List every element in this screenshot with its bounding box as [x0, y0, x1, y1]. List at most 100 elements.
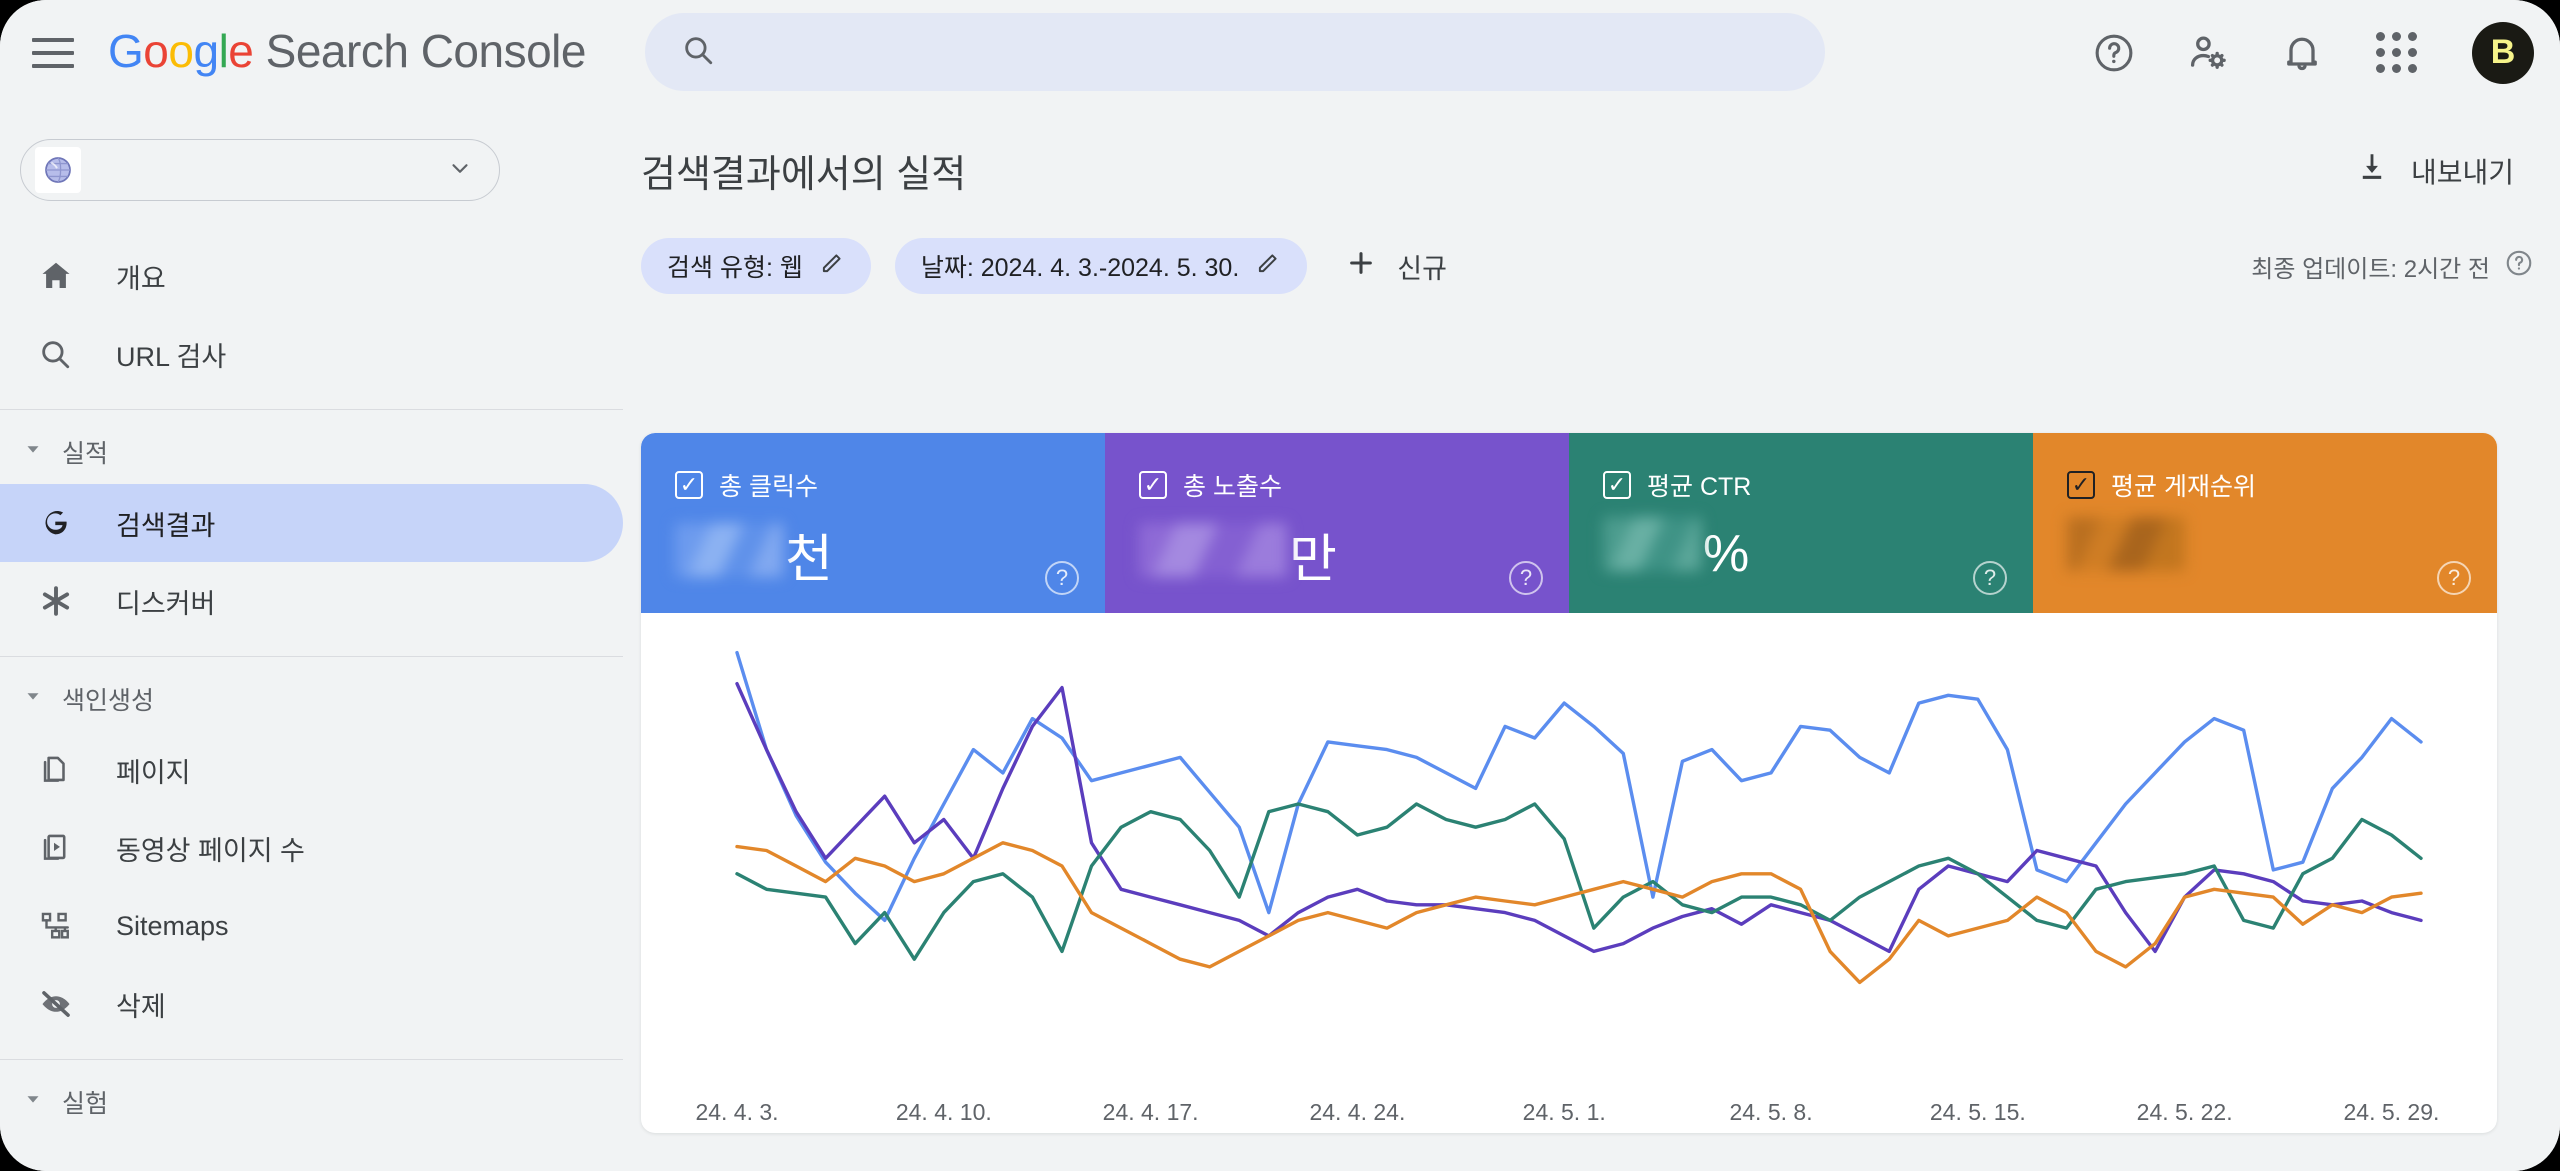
caret-down-icon [22, 1088, 44, 1117]
sidebar-item-label: 개요 [116, 263, 166, 294]
export-button[interactable]: 내보내기 [2355, 150, 2514, 191]
metric-header: ✓ 총 클릭수 [675, 467, 1105, 503]
caret-down-icon [22, 685, 44, 714]
sidebar-item-pages[interactable]: 페이지 [0, 731, 623, 809]
google-apps-grid-icon[interactable] [2372, 29, 2420, 77]
metric-label: 평균 게재순위 [2111, 473, 2256, 501]
filter-chips-row: 검색 유형: 웹 날짜: 2024. 4. 3.-2024. 5. 30. 신규… [623, 198, 2560, 294]
pencil-icon[interactable] [1255, 250, 1281, 283]
sidebar-item-overview[interactable]: 개요 [0, 237, 623, 315]
avatar[interactable]: B [2472, 21, 2534, 84]
checkbox-checked-icon[interactable]: ✓ [1603, 471, 1631, 499]
chip-date-range[interactable]: 날짜: 2024. 4. 3.-2024. 5. 30. [894, 238, 1308, 294]
sidebar-item-url-inspection[interactable]: URL 검사 [0, 315, 623, 393]
add-filter-button[interactable]: 신규 [1345, 247, 1447, 286]
sidebar-group-indexing[interactable]: 색인생성 [0, 667, 623, 731]
help-icon[interactable] [2090, 29, 2138, 77]
page-title: 검색결과에서의 실적 [641, 154, 967, 196]
chart-x-tick-label: 24. 5. 29. [2343, 1099, 2440, 1125]
sidebar-divider [0, 409, 623, 410]
sidebar-group-label: 실험 [62, 1090, 109, 1118]
plus-icon [1345, 247, 1377, 286]
redacted-value [1139, 523, 1287, 577]
sidebar-nav: 개요 URL 검사 실적 검색결과 디스커버 색인생성 페이지 동영상 페이지 … [0, 237, 623, 1134]
metric-cards: ✓ 총 클릭수 천 ? ✓ 총 노출수 만 ? ✓ 평균 CTR % ? ✓ 평… [641, 433, 2497, 613]
chip-date-range-label: 날짜: 2024. 4. 3.-2024. 5. 30. [920, 254, 1240, 282]
main-content: 검색결과에서의 실적 내보내기 검색 유형: 웹 날짜: 2024. 4. 3.… [623, 105, 2560, 1171]
google-g-icon [38, 506, 82, 540]
metric-value: 천 [675, 517, 1105, 592]
sidebar-item-sitemaps[interactable]: Sitemaps [0, 887, 623, 965]
sidebar-item-label: 검색결과 [116, 510, 216, 541]
chart-x-tick-label: 24. 4. 17. [1102, 1099, 1199, 1125]
metric-header: ✓ 총 노출수 [1139, 467, 1569, 503]
chart-line-평균 게재순위 [737, 843, 2421, 983]
checkbox-checked-icon[interactable]: ✓ [2067, 471, 2095, 499]
sidebar-item-video-pages[interactable]: 동영상 페이지 수 [0, 809, 623, 887]
chevron-down-icon [447, 155, 473, 186]
chip-search-type[interactable]: 검색 유형: 웹 [641, 238, 871, 294]
sidebar-item-label: Sitemaps [116, 910, 229, 941]
hamburger-menu-icon[interactable] [32, 32, 74, 74]
app-window: Google Search Console B 개요 URL 검사 실적 검색결… [0, 0, 2560, 1171]
sidebar-item-label: 디스커버 [116, 588, 216, 619]
metric-card-average-position[interactable]: ✓ 평균 게재순위 ? [2033, 433, 2497, 613]
metric-header: ✓ 평균 게재순위 [2067, 467, 2497, 503]
sidebar-item-discover[interactable]: 디스커버 [0, 562, 623, 640]
chart-line-총 노출수 [737, 684, 2421, 952]
sidebar-divider [0, 656, 623, 657]
metric-value: % [1603, 517, 2033, 584]
metric-help-icon[interactable]: ? [1509, 561, 1543, 595]
sidebar-item-label: 페이지 [116, 757, 191, 788]
metric-header: ✓ 평균 CTR [1603, 467, 2033, 503]
brand-letter-g2: g [193, 25, 219, 77]
metric-help-icon[interactable]: ? [2437, 561, 2471, 595]
metric-help-icon[interactable]: ? [1045, 561, 1079, 595]
metric-suffix: 천 [785, 531, 833, 589]
pencil-icon[interactable] [819, 250, 845, 283]
search-input[interactable] [737, 36, 1737, 68]
chart-x-tick-label: 24. 4. 3. [695, 1099, 779, 1125]
sidebar-group-performance[interactable]: 실적 [0, 420, 623, 484]
metric-help-icon[interactable]: ? [1973, 561, 2007, 595]
sidebar-group-label: 색인생성 [62, 687, 155, 715]
search-icon [38, 337, 82, 371]
sidebar-item-search-results[interactable]: 검색결과 [0, 484, 623, 562]
account-settings-icon[interactable] [2184, 29, 2232, 77]
metric-card-total-impressions[interactable]: ✓ 총 노출수 만 ? [1105, 433, 1569, 613]
global-search-bar[interactable] [645, 13, 1825, 91]
discover-asterisk-icon [38, 583, 82, 619]
last-update-status: 최종 업데이트: 2시간 전 [2251, 248, 2534, 285]
brand-letter-l: l [218, 25, 229, 77]
chart-x-tick-label: 24. 5. 1. [1522, 1099, 1606, 1125]
brand-suffix: Search Console [253, 25, 587, 77]
checkbox-checked-icon[interactable]: ✓ [1139, 471, 1167, 499]
sidebar-group-experiments[interactable]: 실험 [0, 1070, 623, 1134]
metric-card-average-ctr[interactable]: ✓ 평균 CTR % ? [1569, 433, 2033, 613]
home-icon [38, 258, 82, 294]
add-filter-label: 신규 [1397, 253, 1447, 284]
notifications-bell-icon[interactable] [2278, 29, 2326, 77]
brand-letter-o2: o [168, 25, 194, 77]
property-selector[interactable] [20, 139, 500, 201]
download-icon [2355, 150, 2389, 191]
brand-title: Google Search Console [108, 18, 586, 84]
sidebar: 개요 URL 검사 실적 검색결과 디스커버 색인생성 페이지 동영상 페이지 … [0, 105, 623, 1171]
caret-down-icon [22, 438, 44, 467]
brand-letter-e: e [228, 25, 254, 77]
metric-suffix: 만 [1289, 531, 1337, 589]
chart-x-tick-label: 24. 5. 15. [1929, 1099, 2026, 1125]
chart-line-평균 CTR [737, 804, 2421, 959]
sidebar-group-label: 실적 [62, 440, 109, 468]
chip-search-type-label: 검색 유형: 웹 [667, 254, 803, 282]
help-circle-icon[interactable] [2504, 248, 2534, 285]
sitemaps-icon [38, 909, 82, 943]
redacted-value [1603, 517, 1701, 571]
search-icon [681, 33, 715, 72]
checkbox-checked-icon[interactable]: ✓ [675, 471, 703, 499]
sidebar-item-removals[interactable]: 삭제 [0, 965, 623, 1043]
page-header: 검색결과에서의 실적 내보내기 [623, 105, 2560, 198]
chart-svg [641, 623, 2497, 1043]
metric-card-total-clicks[interactable]: ✓ 총 클릭수 천 ? [641, 433, 1105, 613]
metric-label: 총 클릭수 [719, 473, 818, 501]
